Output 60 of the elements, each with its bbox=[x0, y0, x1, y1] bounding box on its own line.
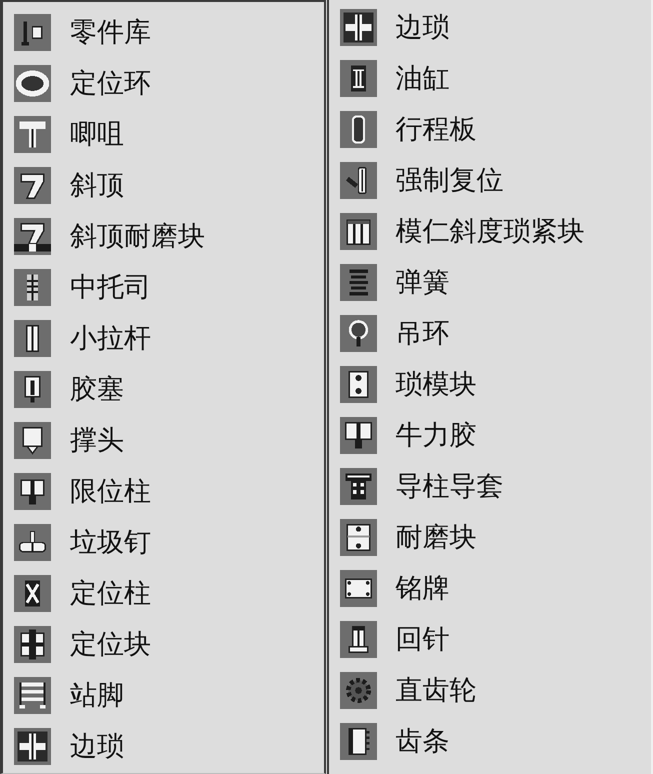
gear-icon bbox=[340, 672, 376, 709]
dowel-block-icon bbox=[14, 575, 51, 612]
list-item[interactable]: 弹簧 bbox=[340, 257, 651, 308]
plug-icon bbox=[340, 417, 376, 454]
bench-icon bbox=[14, 677, 51, 714]
list-item[interactable]: 牛力胶 bbox=[340, 410, 651, 461]
cross-icon bbox=[14, 728, 51, 765]
list-item[interactable]: 斜顶耐磨块 bbox=[14, 211, 324, 262]
pin-base-icon bbox=[14, 524, 51, 561]
list-item[interactable]: 模仁斜度琐紧块 bbox=[340, 206, 651, 257]
post-icon bbox=[14, 422, 51, 459]
slot-icon bbox=[340, 111, 376, 148]
cylinder-icon bbox=[340, 60, 376, 97]
nameplate-icon bbox=[340, 570, 376, 607]
list-item[interactable]: 垃圾钉 bbox=[14, 517, 324, 568]
list-item[interactable]: 撑头 bbox=[14, 415, 324, 466]
list-item[interactable]: 唧咀 bbox=[14, 109, 324, 160]
list-item[interactable]: 琐模块 bbox=[340, 359, 651, 410]
list-item[interactable]: 定位柱 bbox=[14, 568, 324, 619]
cross-block-icon bbox=[14, 626, 51, 663]
list-item[interactable]: 油缸 bbox=[340, 53, 651, 104]
slanted-bar-icon bbox=[14, 167, 51, 204]
list-item[interactable]: 限位柱 bbox=[14, 466, 324, 517]
plug-icon bbox=[14, 371, 51, 408]
pin-icon bbox=[14, 14, 51, 51]
list-item[interactable]: 定位块 bbox=[14, 619, 324, 670]
taper-block-icon bbox=[340, 213, 376, 250]
list-item[interactable]: 强制复位 bbox=[340, 155, 651, 206]
list-item[interactable]: 中托司 bbox=[14, 262, 324, 313]
list-item[interactable]: 耐磨块 bbox=[340, 512, 651, 563]
list-item[interactable]: 边琐 bbox=[340, 2, 651, 53]
list-item[interactable]: 行程板 bbox=[340, 104, 651, 155]
cross-icon bbox=[340, 9, 376, 46]
list-item[interactable]: 站脚 bbox=[14, 670, 324, 721]
list-item[interactable]: 定位环 bbox=[14, 58, 324, 109]
slanted-bar-block-icon bbox=[14, 218, 51, 255]
list-item[interactable]: 铭牌 bbox=[340, 563, 651, 614]
list-item[interactable]: 回针 bbox=[340, 614, 651, 665]
list-item[interactable]: 斜顶 bbox=[14, 160, 324, 211]
pin-icon bbox=[340, 621, 376, 658]
eye-bolt-icon bbox=[340, 315, 376, 352]
rod-icon bbox=[14, 320, 51, 357]
t-shape-icon bbox=[14, 116, 51, 153]
list-item[interactable]: 吊环 bbox=[340, 308, 651, 359]
list-item[interactable]: 小拉杆 bbox=[14, 313, 324, 364]
latch-icon bbox=[340, 162, 376, 199]
rack-icon bbox=[340, 723, 376, 760]
spring-icon bbox=[340, 264, 376, 301]
plate-icon bbox=[340, 519, 376, 556]
list-item[interactable]: 零件库 bbox=[14, 7, 324, 58]
ring-icon bbox=[14, 65, 51, 102]
striped-bar-icon bbox=[14, 269, 51, 306]
t-column-icon bbox=[340, 468, 376, 505]
list-item[interactable]: 胶塞 bbox=[14, 364, 324, 415]
list-item[interactable]: 齿条 bbox=[340, 716, 651, 767]
pillar-icon bbox=[14, 473, 51, 510]
list-item[interactable]: 导柱导套 bbox=[340, 461, 651, 512]
list-item[interactable]: 边琐 bbox=[14, 721, 324, 772]
clamp-block-icon bbox=[340, 366, 376, 403]
list-item[interactable]: 直齿轮 bbox=[340, 665, 651, 716]
